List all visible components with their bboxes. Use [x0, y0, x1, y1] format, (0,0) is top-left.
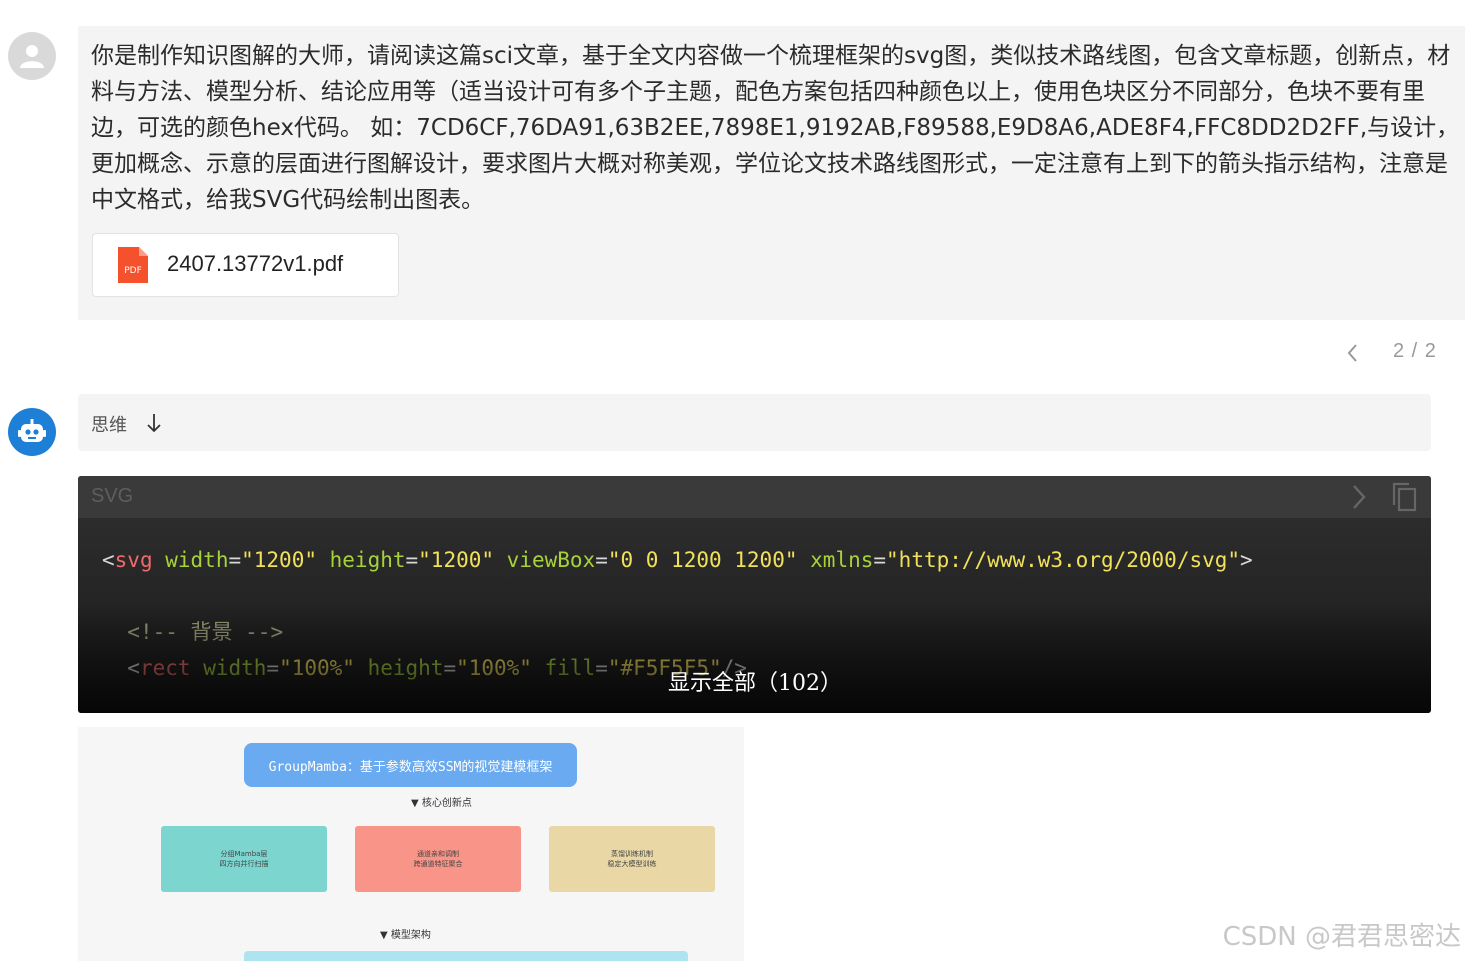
- code-token: <: [102, 548, 115, 572]
- code-token: height: [367, 656, 444, 680]
- pager-count: 2 / 2: [1393, 340, 1437, 362]
- code-token: "1200": [418, 548, 495, 572]
- code-token: "0 0 1200 1200": [607, 548, 798, 572]
- bot-avatar: [8, 408, 56, 456]
- person-icon: [20, 45, 44, 68]
- preview-card-text: 分组Mamba层 四方向并行扫描: [220, 849, 269, 869]
- code-line-1: <svg width="1200" height="1200" viewBox=…: [102, 548, 1253, 572]
- arrow-down-icon: [147, 414, 161, 433]
- show-all-button[interactable]: 显示全部（102）: [668, 665, 842, 697]
- code-token: rect: [139, 656, 191, 680]
- preview-card-line: 四方向并行扫描: [219, 860, 269, 868]
- copy-icon[interactable]: [1391, 482, 1417, 512]
- preview-section-architecture: ▼ 模型架构: [380, 930, 431, 941]
- code-language: SVG: [91, 485, 134, 507]
- preview-card-text: 蒸馏训练机制 稳定大模型训练: [608, 849, 657, 869]
- robot-icon: [18, 419, 46, 442]
- pdf-badge: PDF: [124, 266, 142, 276]
- code-token: "1200": [241, 548, 317, 572]
- watermark: CSDN @君君思密达: [1222, 922, 1461, 952]
- response-pager: 2 / 2: [1343, 338, 1453, 368]
- code-token: viewBox: [506, 548, 596, 572]
- code-token: xmlns: [810, 548, 874, 572]
- preview-card-line: 稳定大模型训练: [607, 860, 657, 868]
- code-header: SVG: [78, 476, 1431, 518]
- preview-section-innovation: ▼ 核心创新点: [411, 798, 472, 809]
- attachment-card[interactable]: PDF 2407.13772v1.pdf: [92, 233, 399, 297]
- preview-title: GroupMamba：基于参数高效SSM的视觉建模框架: [244, 743, 577, 787]
- preview-card-text: 通道亲和调制 跨通道特征聚合: [414, 849, 463, 869]
- code-token: fill: [544, 656, 596, 680]
- code-token: width: [165, 548, 229, 572]
- user-avatar: [8, 32, 56, 80]
- code-token: width: [203, 656, 267, 680]
- svg-preview: GroupMamba：基于参数高效SSM的视觉建模框架 ▼ 核心创新点 分组Ma…: [78, 727, 744, 961]
- preview-card: 通道亲和调制 跨通道特征聚合: [355, 826, 521, 892]
- code-token: "http://www.w3.org/2000/svg": [886, 548, 1241, 572]
- preview-card-line: 蒸馏训练机制: [611, 850, 653, 858]
- user-message-text: 你是制作知识图解的大师，请阅读这篇sci文章，基于全文内容做一个梳理框架的svg…: [91, 43, 1460, 213]
- code-token: "100%": [456, 656, 532, 680]
- preview-card-line: 跨通道特征聚合: [413, 860, 463, 868]
- chevron-left-icon[interactable]: [1343, 340, 1363, 366]
- code-block: SVG <svg width="1200" height="1200" view…: [78, 476, 1431, 713]
- code-token: >: [1240, 548, 1253, 572]
- code-token: <: [127, 656, 140, 680]
- preview-architecture-block: [244, 951, 688, 961]
- attachment-filename: 2407.13772v1.pdf: [167, 251, 344, 276]
- thinking-label: 思维: [91, 415, 127, 436]
- thinking-toggle[interactable]: 思维: [78, 394, 1431, 451]
- pdf-file-icon: PDF: [118, 247, 148, 283]
- code-line-3: <rect width="100%" height="100%" fill="#…: [127, 656, 747, 680]
- chevron-right-icon[interactable]: [1349, 483, 1369, 511]
- preview-card: 分组Mamba层 四方向并行扫描: [161, 826, 327, 892]
- code-line-2: <!-- 背景 -->: [127, 620, 284, 644]
- preview-card: 蒸馏训练机制 稳定大模型训练: [549, 826, 715, 892]
- code-token: "100%": [279, 656, 355, 680]
- preview-card-line: 分组Mamba层: [220, 850, 268, 858]
- preview-card-line: 通道亲和调制: [417, 850, 459, 858]
- code-token: svg: [114, 548, 153, 572]
- user-message: 你是制作知识图解的大师，请阅读这篇sci文章，基于全文内容做一个梳理框架的svg…: [78, 26, 1465, 320]
- code-token: height: [329, 548, 406, 572]
